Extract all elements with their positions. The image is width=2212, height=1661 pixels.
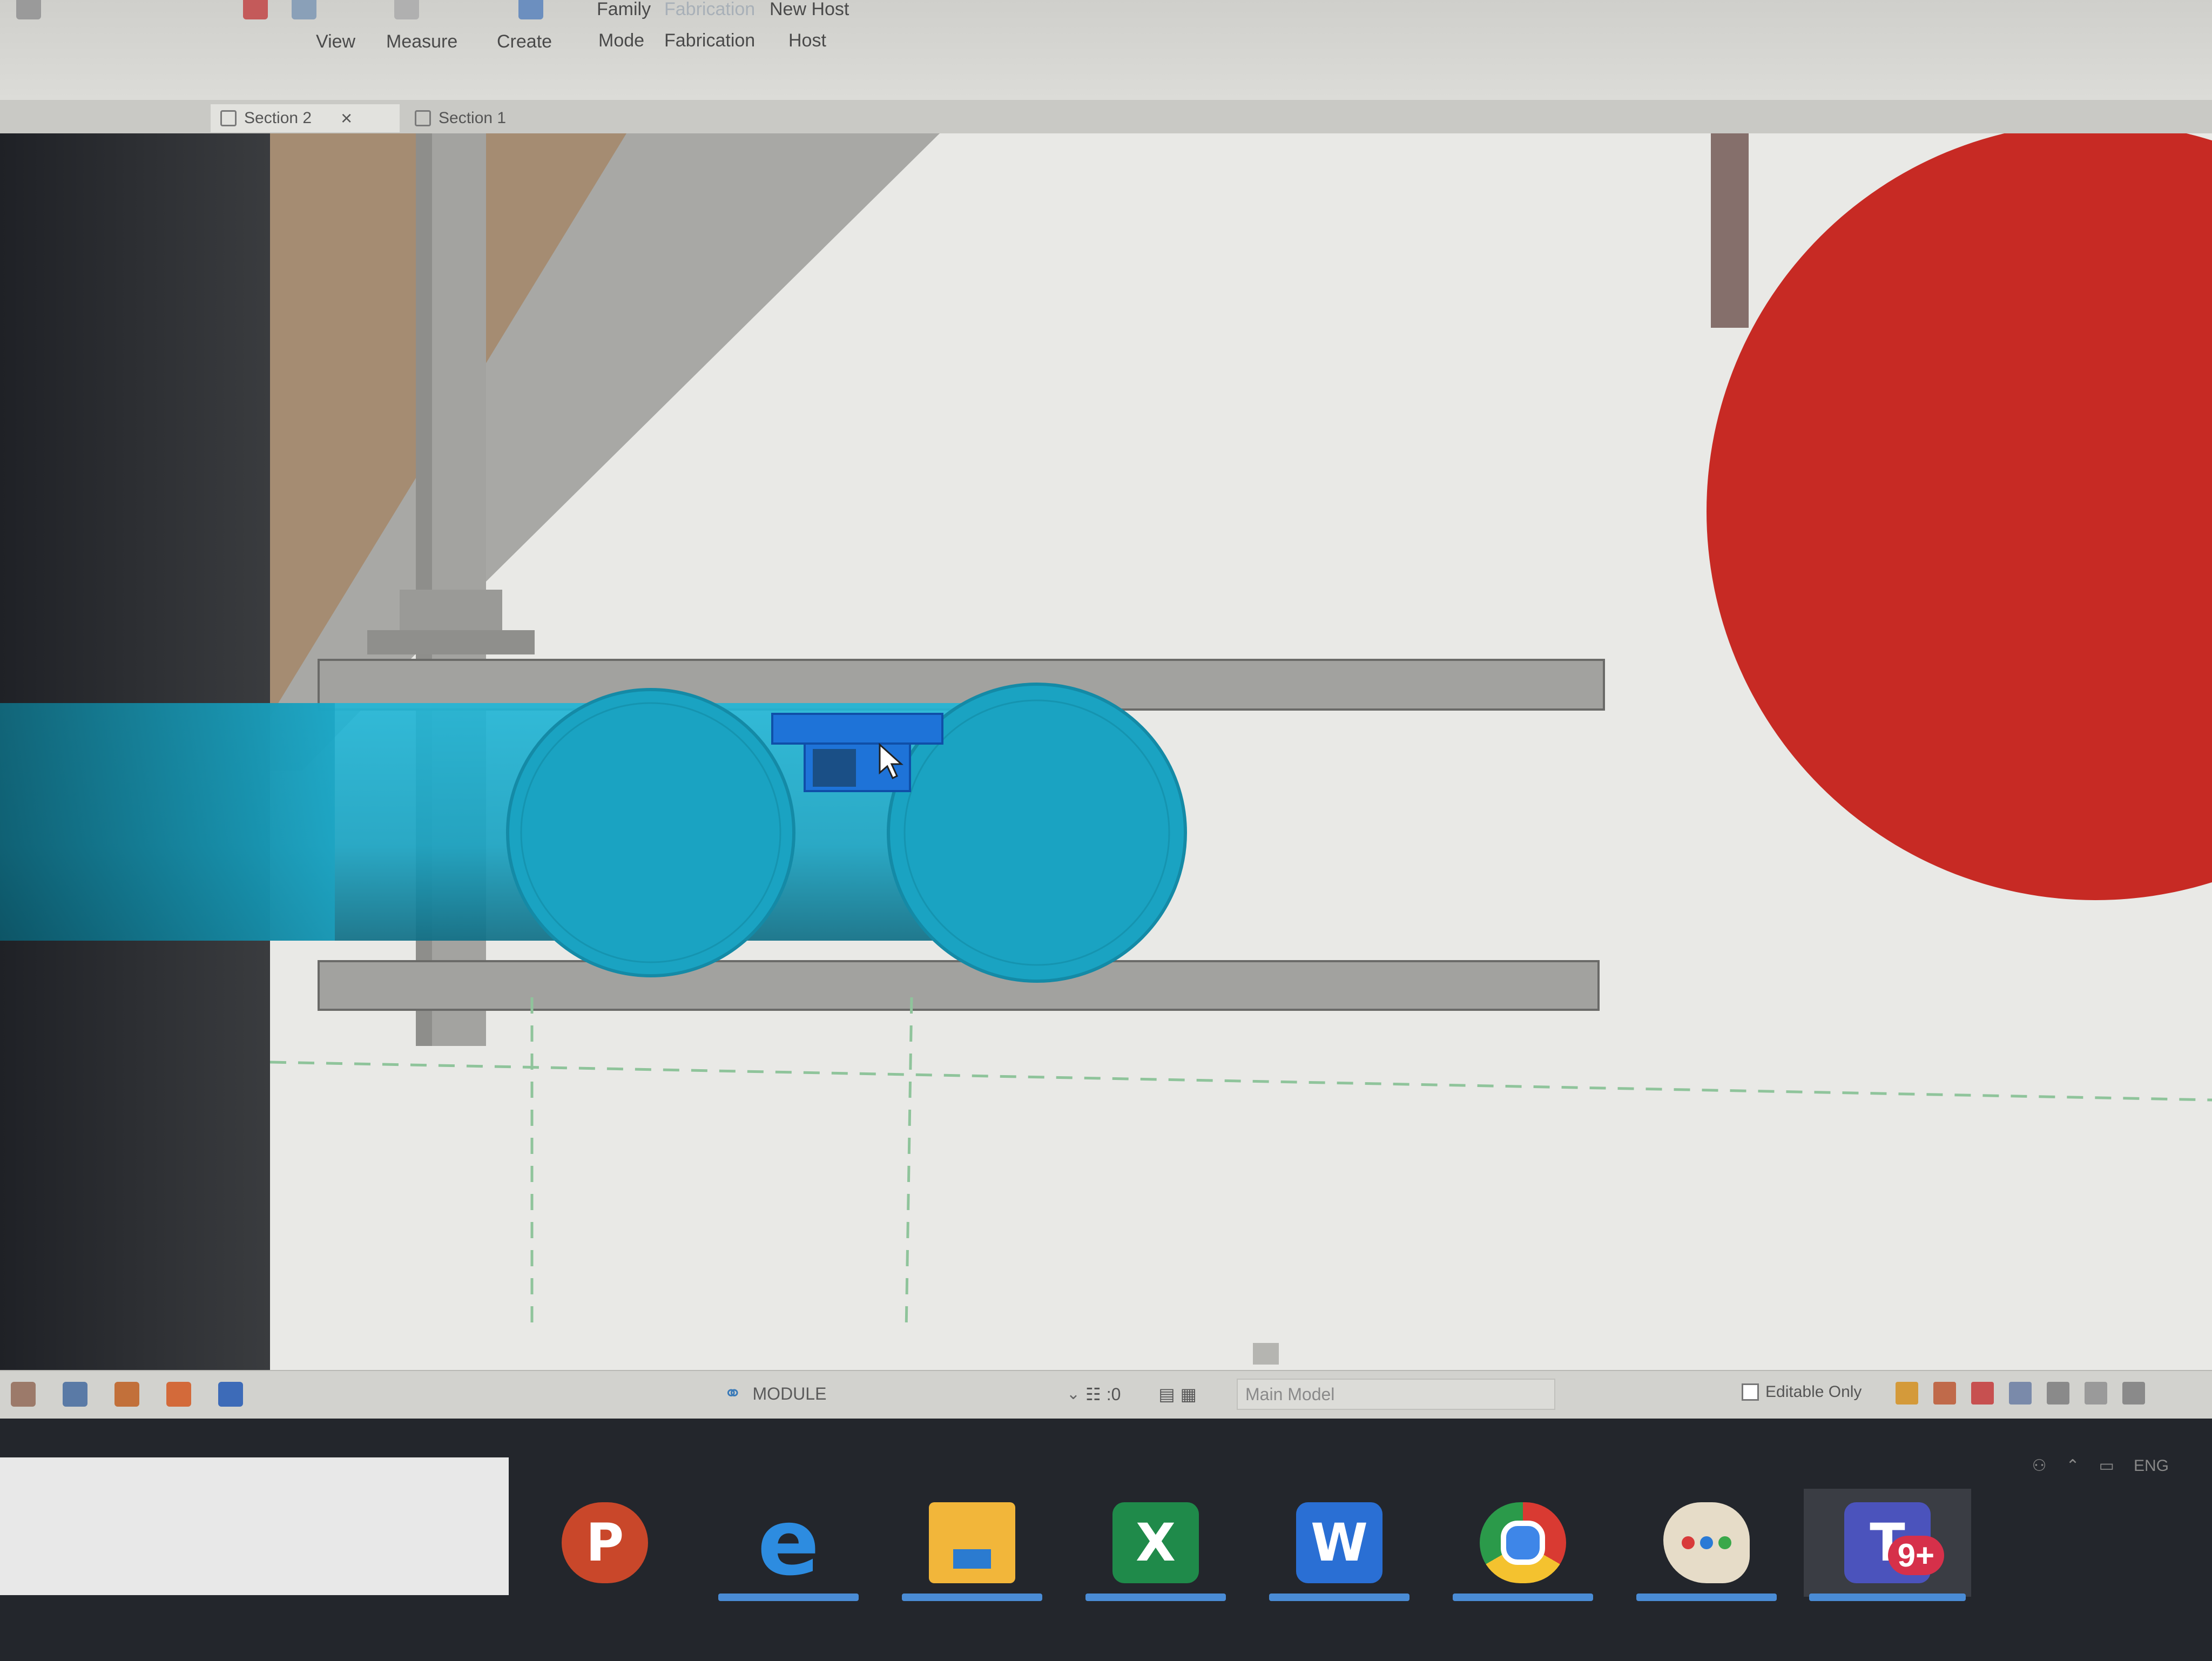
pipe-end-left[interactable]	[506, 688, 795, 977]
canvas-scroll-thumb[interactable]	[1253, 1343, 1279, 1365]
tab-section-1[interactable]: Section 1	[405, 104, 578, 132]
ribbon-label-family[interactable]: Family	[597, 0, 651, 20]
create-icon[interactable]	[518, 0, 543, 19]
workset-value: MODULE	[752, 1383, 827, 1403]
chevron-up-icon[interactable]: ⌃	[2066, 1456, 2079, 1475]
workset-icon: ⚭	[724, 1382, 742, 1406]
people-icon[interactable]: ⚇	[2032, 1456, 2047, 1475]
design-option-dropdown[interactable]: Main Model	[1237, 1379, 1555, 1410]
running-indicator	[902, 1594, 1042, 1601]
notification-badge: 9+	[1887, 1536, 1944, 1575]
excel-icon: X	[1112, 1502, 1199, 1583]
hanger-washer	[367, 630, 535, 654]
running-indicator	[1085, 1594, 1226, 1601]
link-icon[interactable]	[63, 1382, 87, 1407]
ribbon-label-view[interactable]: View	[316, 31, 355, 52]
taskbar-app-edge[interactable]: e	[713, 1489, 864, 1601]
close-icon[interactable]: ×	[341, 107, 352, 130]
design-option-value: Main Model	[1245, 1384, 1335, 1404]
taskbar-app-chrome[interactable]	[1447, 1489, 1599, 1601]
view-tab-bar: Section 2 × Section 1	[0, 100, 2212, 133]
section-view-icon	[415, 110, 431, 126]
selection-option-icons	[1896, 1382, 2145, 1405]
workset-dropdown[interactable]: ⚭ MODULE ⌄	[724, 1378, 1080, 1410]
word-icon: W	[1296, 1502, 1382, 1583]
selected-fitting[interactable]	[771, 713, 943, 745]
top-channel	[318, 659, 1605, 711]
taskbar-app-paint[interactable]	[1631, 1489, 1782, 1601]
tab-label: Section 1	[439, 109, 507, 127]
taskbar-app-excel[interactable]: X	[1080, 1489, 1231, 1601]
select-links-icon[interactable]	[1896, 1382, 1918, 1405]
section-view-icon	[220, 110, 237, 126]
windows-taskbar: ⚇ ⌃ ▭ ENG P e X W T 9+	[0, 1419, 2212, 1661]
workset-icon[interactable]	[218, 1382, 243, 1407]
taskbar-app-powerpoint[interactable]: P	[529, 1489, 680, 1597]
render-icon[interactable]	[114, 1382, 139, 1407]
powerpoint-icon: P	[562, 1502, 648, 1583]
sphere-shadow-edge	[1711, 133, 1749, 328]
filter-icon[interactable]	[2122, 1382, 2145, 1405]
mouse-cursor-icon	[879, 742, 903, 780]
taskbar-app-word[interactable]: W	[1264, 1489, 1415, 1601]
ribbon-label-measure[interactable]: Measure	[386, 31, 457, 52]
editing-requests-icon[interactable]: ▤	[1158, 1384, 1175, 1405]
quick-access-icons	[11, 1382, 243, 1407]
drag-on-selection-icon[interactable]	[2047, 1382, 2069, 1405]
chrome-icon	[1480, 1502, 1566, 1583]
paint-icon	[1663, 1502, 1750, 1583]
hanger-nut	[400, 590, 502, 633]
ribbon-label-create[interactable]: Create	[497, 31, 552, 52]
system-tray: ⚇ ⌃ ▭ ENG	[2032, 1456, 2169, 1475]
ribbon-label-mode[interactable]: Mode	[598, 30, 644, 51]
ribbon-label-fabrication[interactable]: Fabrication	[664, 30, 755, 51]
bottom-channel	[318, 960, 1600, 1011]
filter-count-value: :0	[1106, 1384, 1121, 1404]
filter-icon: ☷	[1085, 1385, 1101, 1404]
measure-icon[interactable]	[394, 0, 419, 19]
filter-counter[interactable]: ☷ :0 ▤ ▦	[1085, 1384, 1197, 1405]
edge-icon: e	[757, 1489, 820, 1596]
taskbar-app-file-explorer[interactable]	[896, 1489, 1048, 1601]
section-view-graphics[interactable]	[0, 133, 2212, 1370]
design-options-icon[interactable]: ▦	[1181, 1384, 1197, 1405]
select-pinned-icon[interactable]	[1971, 1382, 1994, 1405]
reference-line-horizontal	[269, 1061, 2212, 1102]
file-explorer-icon	[929, 1502, 1015, 1583]
ribbon-label-host[interactable]: Host	[788, 30, 826, 51]
language-indicator[interactable]: ENG	[2134, 1457, 2169, 1475]
network-icon[interactable]: ▭	[2099, 1456, 2114, 1475]
sync-icon[interactable]	[11, 1382, 36, 1407]
taskbar-search-box[interactable]	[0, 1457, 509, 1595]
running-indicator	[1809, 1594, 1966, 1601]
highlight-icon[interactable]	[166, 1382, 191, 1407]
tab-label: Section 2	[244, 109, 312, 127]
modify-icon[interactable]	[16, 0, 41, 19]
editable-only-label: Editable Only	[1765, 1383, 1862, 1401]
select-by-face-icon[interactable]	[2009, 1382, 2032, 1405]
background-process-icon[interactable]	[2085, 1382, 2107, 1405]
ribbon: Family Fabrication New Host View Measure…	[0, 0, 2212, 100]
tab-section-2[interactable]: Section 2 ×	[211, 104, 400, 132]
running-indicator	[1453, 1594, 1593, 1601]
status-bar: ⚭ MODULE ⌄ ☷ :0 ▤ ▦ Main Model Editable …	[0, 1370, 2212, 1420]
taskbar-app-teams[interactable]: T 9+	[1804, 1489, 1971, 1601]
red-sphere-object[interactable]	[1707, 133, 2212, 900]
running-indicator	[718, 1594, 859, 1601]
ribbon-label-fabrication-top[interactable]: Fabrication	[664, 0, 755, 20]
ribbon-label-new-host[interactable]: New Host	[770, 0, 849, 20]
running-indicator	[1269, 1594, 1410, 1601]
editable-only-checkbox[interactable]: Editable Only	[1742, 1383, 1862, 1401]
paint-element-icon[interactable]	[292, 0, 316, 19]
reference-line-vertical-2	[905, 997, 913, 1333]
delete-icon[interactable]	[243, 0, 268, 19]
select-underlay-icon[interactable]	[1933, 1382, 1956, 1405]
checkbox-box[interactable]	[1742, 1383, 1759, 1401]
chevron-down-icon[interactable]: ⌄	[1067, 1385, 1080, 1403]
drawing-canvas[interactable]	[0, 133, 2212, 1370]
running-indicator	[1636, 1594, 1777, 1601]
